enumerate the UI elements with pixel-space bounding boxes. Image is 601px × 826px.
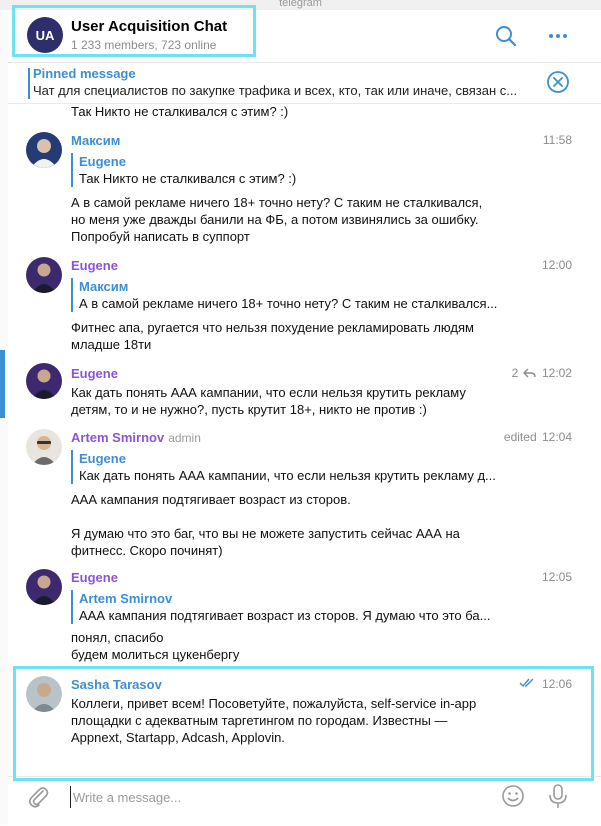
avatar[interactable] <box>26 257 62 293</box>
more-icon[interactable] <box>545 23 571 49</box>
reply-text: Как дать понять ААА кампании, что если н… <box>79 468 496 483</box>
message-line: но меня уже дважды банили на ФБ, а потом… <box>71 212 479 227</box>
message-time-value: 12:06 <box>541 677 572 691</box>
message-line: ААА кампания подтягивает возраст из стор… <box>71 492 351 507</box>
message-line: Как дать понять ААА кампании, что если н… <box>71 385 466 400</box>
message-time-value: 12:04 <box>541 430 572 444</box>
message-line: понял, спасибо <box>71 630 164 645</box>
reply-text: А в самой рекламе ничего 18+ точно нету?… <box>79 296 498 311</box>
reply-sender: Artem Smirnov <box>79 591 173 606</box>
pinned-text: Чат для специалистов по закупке трафика … <box>33 83 518 98</box>
reply-quote[interactable]: Eugene Так Никто не сталкивался с этим? … <box>71 153 559 187</box>
message-line: детям, то и не нужно?, пусть крутит 18+,… <box>71 402 427 417</box>
pinned-accent-bar <box>28 68 30 99</box>
avatar[interactable] <box>26 676 62 712</box>
reply-sender: Eugene <box>79 154 126 169</box>
message-time: 2 12:02 <box>512 366 572 380</box>
pinned-message-bar[interactable]: Pinned message Чат для специалистов по з… <box>8 63 601 104</box>
sender-name[interactable]: Eugene <box>71 366 118 381</box>
reply-sender: Eugene <box>79 451 126 466</box>
message-list[interactable]: Так Никто не сталкивался с этим? :) Макс… <box>8 104 601 776</box>
message-line: будем молиться цукенбергу <box>71 647 240 662</box>
message-text: понял, спасибо будем молиться цукенбергу <box>71 629 541 663</box>
reply-quote[interactable]: Artem Smirnov ААА кампания подтягивает в… <box>71 590 559 624</box>
avatar[interactable] <box>26 429 62 465</box>
message-composer <box>8 776 601 826</box>
message-time-value: 12:02 <box>541 366 572 380</box>
microphone-icon[interactable] <box>545 782 571 810</box>
reply-quote[interactable]: Eugene Как дать понять ААА кампании, что… <box>71 450 559 484</box>
attach-icon[interactable] <box>25 782 51 810</box>
sender-name[interactable]: Максим <box>71 133 120 148</box>
message-line <box>71 508 541 525</box>
window-title: telegram <box>279 0 322 9</box>
emoji-icon[interactable] <box>500 782 526 810</box>
message-input[interactable] <box>70 786 475 808</box>
sender-name-text[interactable]: Artem Smirnov <box>71 430 164 445</box>
reply-arrow-icon <box>522 368 536 378</box>
message-line: Коллеги, привет всем! Посоветуйте, пожал… <box>71 696 477 711</box>
message-time: 12:05 <box>541 570 572 584</box>
reply-text: Так Никто не сталкивался с этим? :) <box>79 171 297 186</box>
reply-quote[interactable]: Максим А в самой рекламе ничего 18+ точн… <box>71 278 559 312</box>
message-time: edited 12:04 <box>504 430 572 444</box>
message-text: Как дать понять ААА кампании, что если н… <box>71 384 541 418</box>
message-time: 12:06 <box>519 677 572 691</box>
pinned-label: Pinned message <box>33 66 136 81</box>
message-time: 11:58 <box>542 133 572 147</box>
search-icon[interactable] <box>493 23 519 49</box>
reply-sender: Максим <box>79 279 129 294</box>
reply-text: ААА кампания подтягивает возраст из стор… <box>79 608 491 623</box>
message-line: А в самой рекламе ничего 18+ точно нету?… <box>71 195 483 210</box>
close-circle-icon[interactable] <box>546 70 570 94</box>
avatar[interactable] <box>26 569 62 605</box>
message-text: Коллеги, привет всем! Посоветуйте, пожал… <box>71 695 541 746</box>
message-line: фитнесс. Скоро починят) <box>71 543 223 558</box>
sender-name[interactable]: Sasha Tarasov <box>71 677 162 692</box>
message-time: 12:00 <box>541 258 572 272</box>
message-line: Я думаю что это баг, что вы не можете за… <box>71 526 460 541</box>
edited-label: edited <box>503 430 537 444</box>
message-line: Appnext, Startapp, Adcash, Applovin. <box>71 730 285 745</box>
double-check-icon <box>519 678 534 688</box>
message-line: младше 18ти <box>71 337 152 352</box>
message-text: Фитнес апа, ругается что нельзя похудени… <box>71 319 541 353</box>
header-highlight <box>12 5 256 57</box>
avatar[interactable] <box>26 132 62 168</box>
message-line: площадки с адекватным таргетингом по гор… <box>71 713 448 728</box>
avatar[interactable] <box>26 363 62 399</box>
message-text: ААА кампания подтягивает возраст из стор… <box>71 491 541 559</box>
reply-count[interactable]: 2 <box>512 366 519 380</box>
message-text: А в самой рекламе ничего 18+ точно нету?… <box>71 194 541 245</box>
message-line: Попробуй написать в суппорт <box>71 229 250 244</box>
sender-name[interactable]: Eugene <box>71 570 118 585</box>
message-fragment: Так Никто не сталкивался с этим? :) <box>71 104 289 119</box>
sender-name[interactable]: Artem Smirnov admin <box>71 430 201 445</box>
active-chat-indicator <box>0 350 5 418</box>
sender-name[interactable]: Eugene <box>71 258 118 273</box>
message-line: Фитнес апа, ругается что нельзя похудени… <box>71 320 474 335</box>
admin-badge: admin <box>168 431 201 445</box>
